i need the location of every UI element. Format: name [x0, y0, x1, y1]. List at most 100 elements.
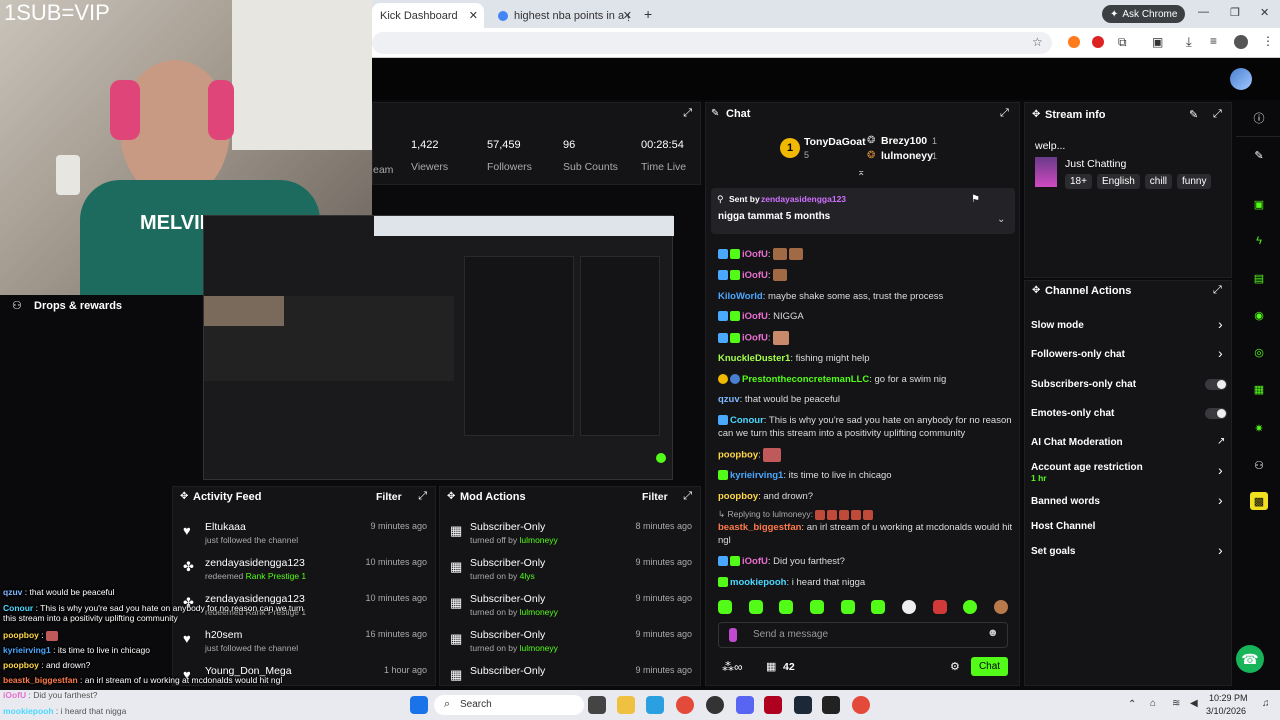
- emote-icon[interactable]: [840, 600, 855, 614]
- chrome-icon[interactable]: [676, 696, 694, 714]
- chat-username[interactable]: KiloWorld: [718, 291, 763, 302]
- info-icon[interactable]: ⓘ: [1250, 109, 1268, 127]
- broadcast-icon[interactable]: ◎: [1250, 343, 1268, 361]
- unpin-icon[interactable]: ⚑: [971, 194, 980, 205]
- category-thumbnail[interactable]: [1035, 157, 1057, 187]
- edit-pencil-icon[interactable]: ✎: [1189, 108, 1198, 121]
- emote-icon[interactable]: [993, 600, 1008, 614]
- reply-reference[interactable]: ↳ Replying to lulmoneyy:: [718, 508, 1018, 521]
- drag-icon[interactable]: ✥: [180, 491, 188, 502]
- chat-username[interactable]: PrestontheconcretemanLLC: [742, 374, 869, 385]
- edge-icon[interactable]: [646, 696, 664, 714]
- expand-icon[interactable]: ⤢: [1000, 107, 1009, 120]
- chat-username[interactable]: iOofU: [742, 556, 768, 567]
- external-link-icon[interactable]: ↗: [1217, 436, 1225, 447]
- clock-time[interactable]: 10:29 PM: [1209, 693, 1248, 703]
- chat-username[interactable]: iOofU: [742, 311, 768, 322]
- emote-icon[interactable]: [748, 600, 763, 614]
- taskbar-search[interactable]: ⌕ Search: [434, 695, 584, 715]
- account-age-row[interactable]: Account age restriction 1 hr: [1031, 462, 1231, 484]
- profile-avatar[interactable]: [1234, 35, 1248, 49]
- drag-icon[interactable]: ✥: [1032, 285, 1040, 296]
- network-icon[interactable]: ⌂: [1150, 698, 1156, 709]
- filter-button[interactable]: Filter: [376, 491, 402, 503]
- settings-gear-icon[interactable]: ⚙: [950, 660, 960, 673]
- chevron-right-icon[interactable]: ›: [1218, 492, 1223, 508]
- chat-username[interactable]: beastk_biggestfan: [718, 522, 801, 533]
- tag-chip[interactable]: English: [1096, 174, 1140, 189]
- minimize-icon[interactable]: —: [1198, 6, 1209, 18]
- chevron-down-icon[interactable]: ⌄: [997, 214, 1005, 225]
- puzzle-icon[interactable]: ⧉: [1118, 35, 1127, 50]
- ai-moderation-row[interactable]: AI Chat Moderation: [1031, 437, 1231, 448]
- steam-icon[interactable]: [794, 696, 812, 714]
- activity-user[interactable]: zendayasidengga123: [205, 557, 305, 569]
- wrench-icon[interactable]: ✷: [1250, 419, 1268, 437]
- tag-chip[interactable]: funny: [1177, 174, 1212, 189]
- emoji-icon[interactable]: ☻: [987, 627, 999, 639]
- chat-icon[interactable]: ◉: [1250, 306, 1268, 324]
- menu-icon[interactable]: ⋮: [1262, 34, 1274, 48]
- capcut-icon[interactable]: [822, 696, 840, 714]
- emote-icon[interactable]: [779, 600, 794, 614]
- chevron-up-icon[interactable]: ⌃: [1128, 699, 1136, 710]
- emote-icon[interactable]: [718, 600, 732, 614]
- chat-username[interactable]: iOofU: [742, 333, 768, 344]
- tab-google-search[interactable]: highest nba points in a game b ✕: [490, 3, 638, 28]
- set-goals-row[interactable]: Set goals: [1031, 546, 1231, 557]
- host-channel-row[interactable]: Host Channel: [1031, 521, 1231, 532]
- chevron-right-icon[interactable]: ›: [1218, 345, 1223, 361]
- chat-username[interactable]: KnuckleDuster1: [718, 353, 790, 364]
- scan-icon[interactable]: ▣: [1250, 195, 1268, 213]
- chat-username[interactable]: mookiepooh: [730, 577, 786, 588]
- extension-icon[interactable]: [1068, 36, 1080, 48]
- bookmark-star-icon[interactable]: ☆: [1032, 35, 1043, 49]
- new-tab-icon[interactable]: +: [644, 6, 652, 22]
- chat-username[interactable]: iOofU: [742, 249, 768, 260]
- activity-user[interactable]: h20sem: [205, 629, 242, 641]
- chevron-right-icon[interactable]: ›: [1218, 462, 1223, 478]
- wifi-icon[interactable]: ≋: [1172, 698, 1180, 709]
- restore-icon[interactable]: ❐: [1230, 6, 1240, 19]
- moderator-name[interactable]: 4lys: [520, 571, 535, 581]
- filter-button[interactable]: Filter: [642, 491, 668, 503]
- notifications-icon[interactable]: ♫: [1262, 698, 1270, 709]
- file-explorer-icon[interactable]: [617, 696, 635, 714]
- chat-username[interactable]: iOofU: [742, 270, 768, 281]
- help-icon[interactable]: ☎: [1236, 645, 1264, 673]
- close-icon[interactable]: ✕: [623, 9, 632, 22]
- moderator-name[interactable]: lulmoneyy: [519, 535, 557, 545]
- slow-mode-row[interactable]: Slow mode: [1031, 320, 1231, 331]
- emote-icon[interactable]: [871, 600, 886, 614]
- adobe-icon[interactable]: [764, 696, 782, 714]
- clock-date[interactable]: 3/10/2026: [1206, 706, 1246, 716]
- tag-chip[interactable]: 18+: [1065, 174, 1092, 189]
- third-gifter-name[interactable]: lulmoneyy: [881, 150, 933, 162]
- tag-chip[interactable]: chill: [1144, 174, 1173, 189]
- chevron-right-icon[interactable]: ›: [1218, 316, 1223, 332]
- chevron-right-icon[interactable]: ›: [1218, 542, 1223, 558]
- close-icon[interactable]: ✕: [469, 9, 478, 22]
- category-name[interactable]: Just Chatting: [1065, 158, 1126, 170]
- top-gifter-name[interactable]: TonyDaGoat: [804, 136, 866, 148]
- second-gifter-name[interactable]: Brezy100: [881, 135, 927, 147]
- url-input[interactable]: ☆: [372, 32, 1052, 54]
- send-chat-button[interactable]: Chat: [971, 657, 1008, 676]
- expand-icon[interactable]: ⤢: [683, 490, 692, 503]
- chat-username[interactable]: poopboy: [718, 450, 758, 461]
- layout-icon[interactable]: ▦: [1250, 380, 1268, 398]
- chat-username[interactable]: poopboy: [718, 491, 758, 502]
- ask-chrome-button[interactable]: ✦ Ask Chrome: [1102, 5, 1186, 23]
- points-icon[interactable]: ⁂∞: [722, 660, 743, 674]
- sidepanel-icon[interactable]: ▣: [1152, 35, 1163, 49]
- lightning-icon[interactable]: ϟ: [1250, 232, 1268, 250]
- banned-words-row[interactable]: Banned words: [1031, 496, 1231, 507]
- media-icon[interactable]: ≡: [1210, 34, 1217, 48]
- download-icon[interactable]: ⤓: [1186, 34, 1192, 50]
- moderator-name[interactable]: lulmoneyy: [520, 643, 558, 653]
- chat-input[interactable]: Send a message ☻: [718, 622, 1008, 648]
- pencil-icon[interactable]: ✎: [1250, 146, 1268, 164]
- pinned-sender[interactable]: zendayasidengga123: [761, 194, 846, 204]
- emote-icon[interactable]: [809, 600, 824, 614]
- emote-icon[interactable]: [932, 600, 947, 614]
